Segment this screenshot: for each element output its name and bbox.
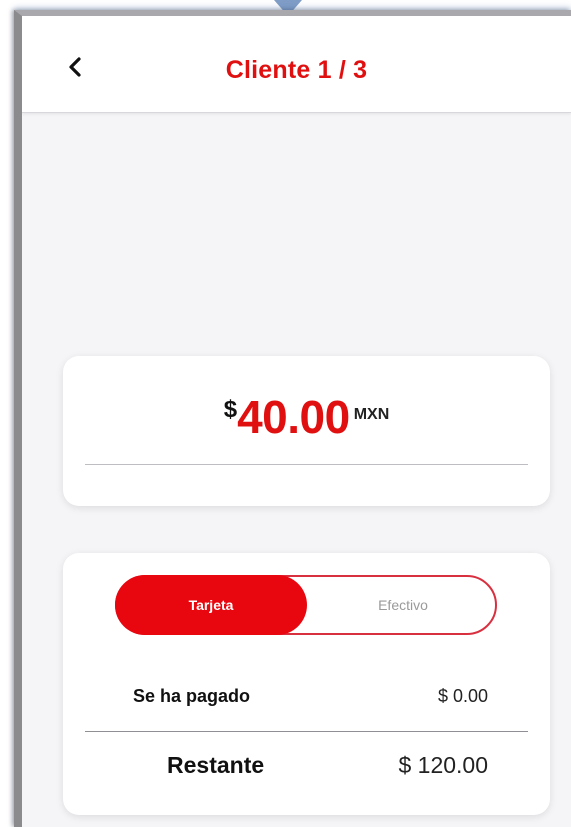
page-title: Cliente 1 / 3 <box>225 56 368 84</box>
row-divider <box>85 731 528 732</box>
paid-value: $ 0.00 <box>437 686 488 706</box>
option-efectivo[interactable]: Efectivo <box>309 575 497 635</box>
app-header: Cliente 1 / 3 <box>22 16 571 113</box>
payment-method-toggle: Tarjeta Efectivo <box>115 575 497 635</box>
currency-symbol: $ <box>223 396 238 423</box>
currency-code: MXN <box>353 406 390 423</box>
option-tarjeta[interactable]: Tarjeta <box>115 575 307 635</box>
payment-card: Tarjeta Efectivo Se ha pagado $ 0.00 Res… <box>63 553 550 815</box>
amount-underline <box>85 464 528 465</box>
remaining-value: $ 120.00 <box>398 752 488 778</box>
amount-card: $40.00 MXN <box>63 356 550 506</box>
amount-value: 40.00 <box>237 391 350 443</box>
remaining-label: Restante <box>167 752 265 778</box>
app-screen: Cliente 1 / 3 $40.00 MXN Tarjeta Efectivo… <box>14 10 571 827</box>
amount-display: $40.00 MXN <box>63 390 550 444</box>
paid-label: Se ha pagado <box>133 686 251 706</box>
screenshot-frame: Cliente 1 / 3 $40.00 MXN Tarjeta Efectivo… <box>0 0 571 827</box>
